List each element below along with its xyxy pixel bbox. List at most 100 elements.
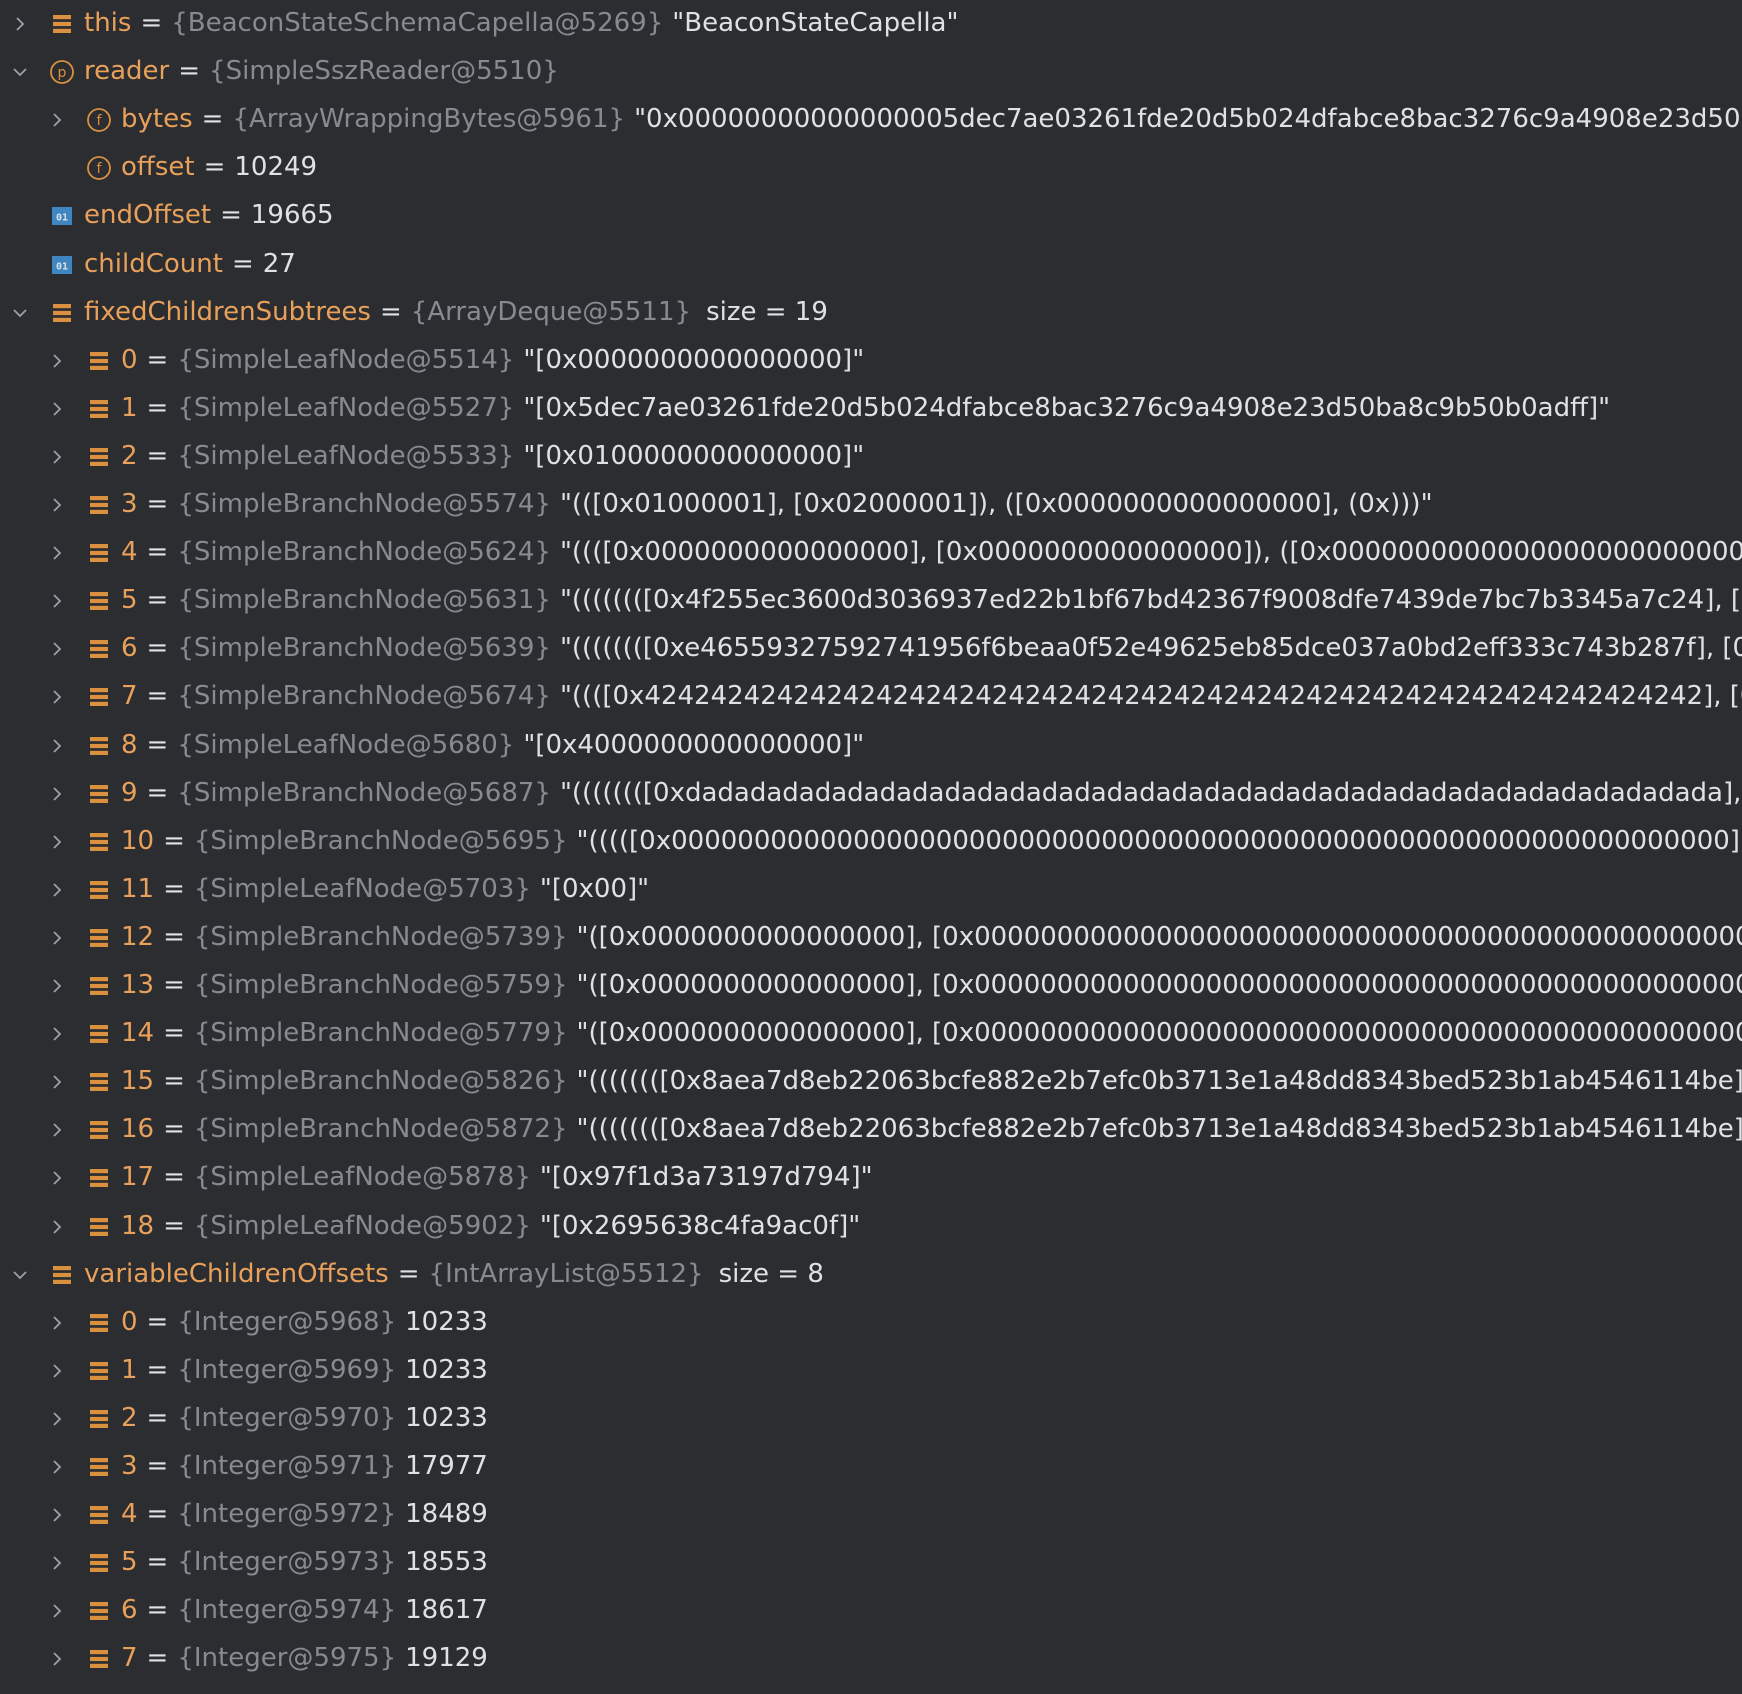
equals-sign: = xyxy=(163,1066,185,1097)
tree-row[interactable]: 7 = {SimpleBranchNode@5674} "((([0x42424242… xyxy=(0,673,1742,721)
tree-row[interactable]: 5 = {SimpleBranchNode@5631} "((((((([0x4f25… xyxy=(0,577,1742,625)
equals-sign: = xyxy=(163,921,185,952)
tree-row[interactable]: 4 = {Integer@5972} 18489 xyxy=(0,1491,1742,1539)
chevron-right-icon[interactable] xyxy=(46,590,68,612)
variable-value: 10233 xyxy=(405,1402,488,1433)
variable-type: {SimpleBranchNode@5759} xyxy=(193,970,568,1000)
tree-row[interactable]: 16 = {SimpleBranchNode@5872} "((((((([0x8ae… xyxy=(0,1106,1742,1154)
variable-value: "[0x0000000000000000]" xyxy=(523,344,865,375)
tree-row[interactable]: 15 = {SimpleBranchNode@5826} "((((((([0x8ae… xyxy=(0,1058,1742,1106)
tree-row[interactable]: 6 = {Integer@5974} 18617 xyxy=(0,1587,1742,1635)
chevron-down-icon[interactable] xyxy=(9,1264,31,1286)
chevron-right-icon[interactable] xyxy=(46,1071,68,1093)
tree-row[interactable]: 1 = {Integer@5969} 10233 xyxy=(0,1347,1742,1395)
variable-type: {BeaconStateSchemaCapella@5269} xyxy=(171,8,664,38)
tree-row[interactable]: 6 = {SimpleBranchNode@5639} "((((((([0xe465… xyxy=(0,625,1742,673)
chevron-right-icon[interactable] xyxy=(46,1360,68,1382)
tree-row[interactable]: 8 = {SimpleLeafNode@5680} "[0x4000000000000… xyxy=(0,722,1742,770)
tree-row[interactable]: 12 = {SimpleBranchNode@5739} "([0x000000000… xyxy=(0,914,1742,962)
field-list-icon xyxy=(86,444,112,470)
chevron-right-icon[interactable] xyxy=(46,831,68,853)
chevron-right-icon[interactable] xyxy=(46,975,68,997)
tree-row[interactable]: 13 = {SimpleBranchNode@5759} "([0x000000000… xyxy=(0,962,1742,1010)
variable-name: 15 xyxy=(121,1066,155,1097)
tree-row[interactable]: f bytes = {ArrayWrappingBytes@5961} "0x00000… xyxy=(0,96,1742,144)
chevron-right-icon[interactable] xyxy=(46,686,68,708)
tree-row[interactable]: 01 endOffset = 19665 xyxy=(0,192,1742,240)
chevron-right-icon[interactable] xyxy=(46,494,68,516)
variable-type: {SimpleBranchNode@5624} xyxy=(177,537,551,568)
variable-type: {SimpleBranchNode@5639} xyxy=(177,633,551,664)
variable-name: 18 xyxy=(121,1210,155,1241)
variable-name: 7 xyxy=(121,1643,138,1674)
variable-value: 17977 xyxy=(405,1451,488,1481)
tree-row[interactable]: 10 = {SimpleBranchNode@5695} "(((([0x000000… xyxy=(0,818,1742,866)
chevron-right-icon[interactable] xyxy=(46,1312,68,1334)
chevron-right-icon[interactable] xyxy=(46,783,68,805)
tree-row[interactable]: this = {BeaconStateSchemaCapella@5269} "Bea… xyxy=(0,0,1742,48)
tree-row[interactable]: 2 = {SimpleLeafNode@5533} "[0x0100000000000… xyxy=(0,433,1742,481)
chevron-right-icon[interactable] xyxy=(46,1456,68,1478)
chevron-right-icon[interactable] xyxy=(46,1408,68,1430)
chevron-down-icon[interactable] xyxy=(9,302,31,324)
variable-value: "[0x97f1d3a73197d794]" xyxy=(539,1162,873,1193)
chevron-right-icon[interactable] xyxy=(46,109,68,131)
chevron-right-icon[interactable] xyxy=(46,1600,68,1622)
tree-row[interactable]: f offset = 10249 xyxy=(0,144,1742,192)
tree-row[interactable]: 5 = {Integer@5973} 18553 xyxy=(0,1539,1742,1587)
variable-value: "([0x0000000000000000], [0x0000000000000… xyxy=(576,921,1742,952)
chevron-right-icon[interactable] xyxy=(46,1023,68,1045)
chevron-right-icon[interactable] xyxy=(46,638,68,660)
chevron-right-icon[interactable] xyxy=(46,1504,68,1526)
tree-row[interactable]: 4 = {SimpleBranchNode@5624} "((([0x00000000… xyxy=(0,529,1742,577)
chevron-right-icon[interactable] xyxy=(46,1648,68,1670)
tree-row[interactable]: variableChildrenOffsets = {IntArrayList@55… xyxy=(0,1251,1742,1299)
chevron-right-icon[interactable] xyxy=(46,350,68,372)
tree-row[interactable]: 18 = {SimpleLeafNode@5902} "[0x2695638c4fa9… xyxy=(0,1203,1742,1251)
tree-row[interactable]: 7 = {Integer@5975} 19129 xyxy=(0,1635,1742,1683)
chevron-right-icon[interactable] xyxy=(46,1119,68,1141)
chevron-right-icon[interactable] xyxy=(46,1552,68,1574)
equals-sign: = xyxy=(146,681,169,712)
chevron-right-icon[interactable] xyxy=(46,1167,68,1189)
tree-row[interactable]: fixedChildrenSubtrees = {ArrayDeque@5511} s… xyxy=(0,289,1742,337)
tree-row[interactable]: 2 = {Integer@5970} 10233 xyxy=(0,1395,1742,1443)
tree-row[interactable]: p reader = {SimpleSszReader@5510} xyxy=(0,48,1742,96)
variable-type: {SimpleBranchNode@5872} xyxy=(193,1114,568,1145)
variable-name: 12 xyxy=(121,921,155,952)
equals-sign: = xyxy=(146,440,169,471)
variable-type: {SimpleBranchNode@5695} xyxy=(193,825,568,856)
equals-sign: = xyxy=(231,248,254,279)
chevron-right-icon[interactable] xyxy=(9,13,31,35)
tree-row[interactable]: 0 = {SimpleLeafNode@5514} "[0x0000000000000… xyxy=(0,337,1742,385)
variable-value: "[0x5dec7ae03261fde20d5b024dfabce8bac327… xyxy=(523,392,1611,423)
tree-row[interactable]: 9 = {SimpleBranchNode@5687} "((((((([0xdada… xyxy=(0,770,1742,818)
variable-type: {SimpleSszReader@5510} xyxy=(209,56,559,87)
variable-name: 16 xyxy=(121,1114,155,1145)
variable-value: "0x00000000000000005dec7ae03261fde20d5b0… xyxy=(634,104,1742,135)
chevron-right-icon[interactable] xyxy=(46,927,68,949)
tree-row[interactable]: 3 = {SimpleBranchNode@5574} "(([0x01000001]… xyxy=(0,481,1742,529)
tree-row[interactable]: 11 = {SimpleLeafNode@5703} "[0x00]" xyxy=(0,866,1742,914)
tree-row[interactable]: 1 = {SimpleLeafNode@5527} "[0x5dec7ae03261f… xyxy=(0,385,1742,433)
chevron-down-icon[interactable] xyxy=(9,61,31,83)
chevron-right-icon[interactable] xyxy=(46,879,68,901)
field-list-icon xyxy=(86,1406,112,1432)
chevron-right-icon[interactable] xyxy=(46,1216,68,1238)
chevron-right-icon[interactable] xyxy=(46,446,68,468)
equals-sign: = xyxy=(146,1402,169,1433)
tree-row[interactable]: 3 = {Integer@5971} 17977 xyxy=(0,1443,1742,1491)
tree-row[interactable]: 14 = {SimpleBranchNode@5779} "([0x000000000… xyxy=(0,1010,1742,1058)
equals-sign: = xyxy=(146,585,169,616)
chevron-right-icon[interactable] xyxy=(46,735,68,757)
field-icon: f xyxy=(86,107,112,133)
field-list-icon xyxy=(49,1262,75,1288)
variable-name: 6 xyxy=(121,633,138,664)
variable-name: 8 xyxy=(121,729,138,760)
tree-row[interactable]: 0 = {Integer@5968} 10233 xyxy=(0,1299,1742,1347)
chevron-right-icon[interactable] xyxy=(46,398,68,420)
tree-row[interactable]: 01 childCount = 27 xyxy=(0,241,1742,289)
tree-row[interactable]: 17 = {SimpleLeafNode@5878} "[0x97f1d3a73197… xyxy=(0,1154,1742,1202)
variable-value: "(((([0x00000000000000000000000000000000… xyxy=(576,825,1742,856)
chevron-right-icon[interactable] xyxy=(46,542,68,564)
